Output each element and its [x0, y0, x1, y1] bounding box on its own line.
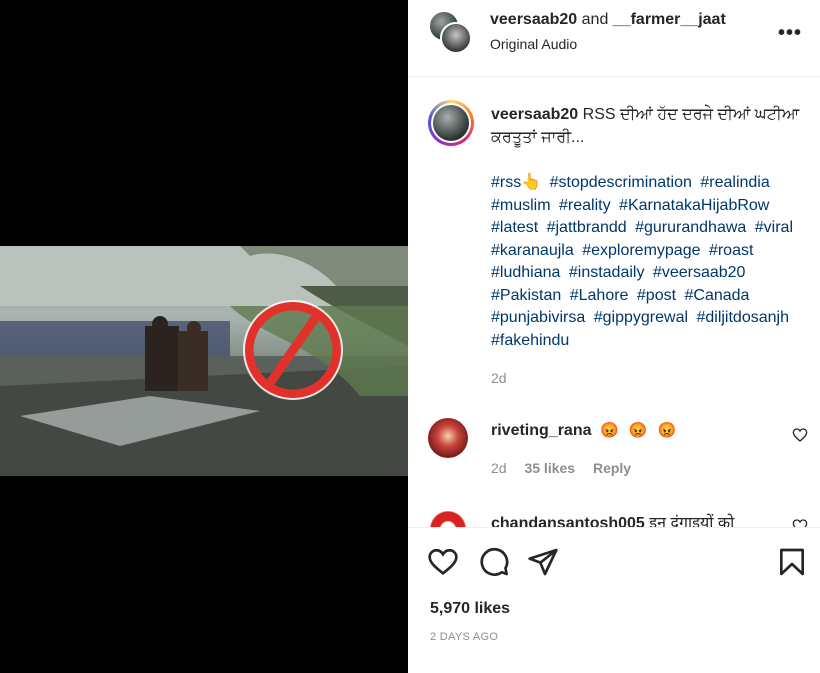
likes-count[interactable]: 5,970 likes: [430, 600, 510, 618]
header-conjunction: and: [581, 11, 609, 28]
caption: veersaab20 RSS ਦੀਆਂ ਹੱਦ ਦਰਜੇ ਦੀਆਂ ਘਟੀਆ ਕ…: [491, 104, 801, 149]
more-options-icon[interactable]: •••: [778, 22, 802, 45]
hashtag-link[interactable]: #post: [637, 287, 676, 304]
hashtag-link[interactable]: #reality: [559, 197, 611, 214]
hashtag-link[interactable]: #diljitdosanjh: [696, 309, 789, 326]
audio-label[interactable]: Original Audio: [490, 36, 577, 52]
hashtag-link[interactable]: #Canada: [684, 287, 749, 304]
video-player[interactable]: [0, 246, 408, 476]
caption-timestamp[interactable]: 2d: [491, 370, 507, 386]
comment-like-icon[interactable]: [792, 427, 808, 443]
comments-section: veersaab20 RSS ਦੀਆਂ ਹੱਦ ਦਰਜੇ ਦੀਆਂ ਘਟੀਆ ਕ…: [408, 77, 820, 527]
hashtag-link[interactable]: #latest: [491, 219, 538, 236]
hashtag-link[interactable]: #veersaab20: [653, 264, 746, 281]
share-send-icon[interactable]: [527, 546, 559, 578]
action-bar: 5,970 likes 2 DAYS AGO: [408, 527, 820, 673]
author-username[interactable]: veersaab20: [490, 11, 577, 28]
comment-username[interactable]: chandansantosh005: [491, 515, 645, 527]
comment-text: 😡 😡 😡: [600, 422, 680, 439]
media-area: [0, 0, 408, 672]
hashtag-link[interactable]: #instadaily: [569, 264, 645, 281]
reply-button[interactable]: Reply: [593, 460, 631, 476]
comment-like-icon[interactable]: [792, 518, 808, 527]
comment: chandansantosh005 इन दंगाइयों को: [491, 511, 734, 527]
collab-avatars[interactable]: [428, 10, 472, 54]
hashtag-link[interactable]: #muslim: [491, 197, 551, 214]
hashtag-link[interactable]: #gururandhawa: [635, 219, 746, 236]
hashtag-link[interactable]: #Lahore: [570, 287, 629, 304]
hashtag-link[interactable]: #realindia: [700, 174, 769, 191]
header-names: veersaab20 and __farmer__jaat: [490, 11, 726, 29]
caption-author-avatar[interactable]: [428, 100, 474, 146]
hashtag-link[interactable]: #fakehindu: [491, 332, 569, 349]
caption-username[interactable]: veersaab20: [491, 106, 578, 123]
commenter-avatar[interactable]: [428, 509, 468, 527]
bookmark-icon[interactable]: [776, 546, 808, 578]
hashtag-link[interactable]: #gippygrewal: [594, 309, 688, 326]
collaborator-username[interactable]: __farmer__jaat: [613, 11, 726, 28]
like-heart-icon[interactable]: [427, 546, 459, 578]
comment-timestamp[interactable]: 2d: [491, 460, 507, 476]
post-date[interactable]: 2 DAYS AGO: [430, 631, 498, 643]
comment-username[interactable]: riveting_rana: [491, 422, 591, 440]
post-panel: veersaab20 and __farmer__jaat Original A…: [408, 0, 820, 673]
hashtag-list: #rss👆 #stopdescrimination #realindia #mu…: [491, 172, 801, 352]
hashtag-link[interactable]: #Pakistan: [491, 287, 561, 304]
hashtag-link[interactable]: #KarnatakaHijabRow: [619, 197, 769, 214]
hashtag-link[interactable]: #jattbrandd: [547, 219, 627, 236]
hashtag-link[interactable]: #viral: [755, 219, 793, 236]
commenter-avatar[interactable]: [428, 418, 468, 458]
hashtag-link[interactable]: #rss👆: [491, 174, 541, 191]
comment-text: इन दंगाइयों को: [649, 515, 735, 527]
comment-meta: 2d 35 likes Reply: [491, 460, 631, 476]
comment-bubble-icon[interactable]: [478, 546, 510, 578]
hashtag-link[interactable]: #ludhiana: [491, 264, 560, 281]
comment-likes[interactable]: 35 likes: [524, 460, 575, 476]
hashtag-link[interactable]: #roast: [709, 242, 753, 259]
hashtag-link[interactable]: #exploremypage: [582, 242, 700, 259]
hashtag-link[interactable]: #karanaujla: [491, 242, 574, 259]
hashtag-link[interactable]: #punjabivirsa: [491, 309, 585, 326]
post-header: veersaab20 and __farmer__jaat Original A…: [408, 0, 820, 77]
collaborator-avatar[interactable]: [440, 22, 472, 54]
hashtag-link[interactable]: #stopdescrimination: [550, 174, 692, 191]
video-frame: [0, 246, 408, 476]
